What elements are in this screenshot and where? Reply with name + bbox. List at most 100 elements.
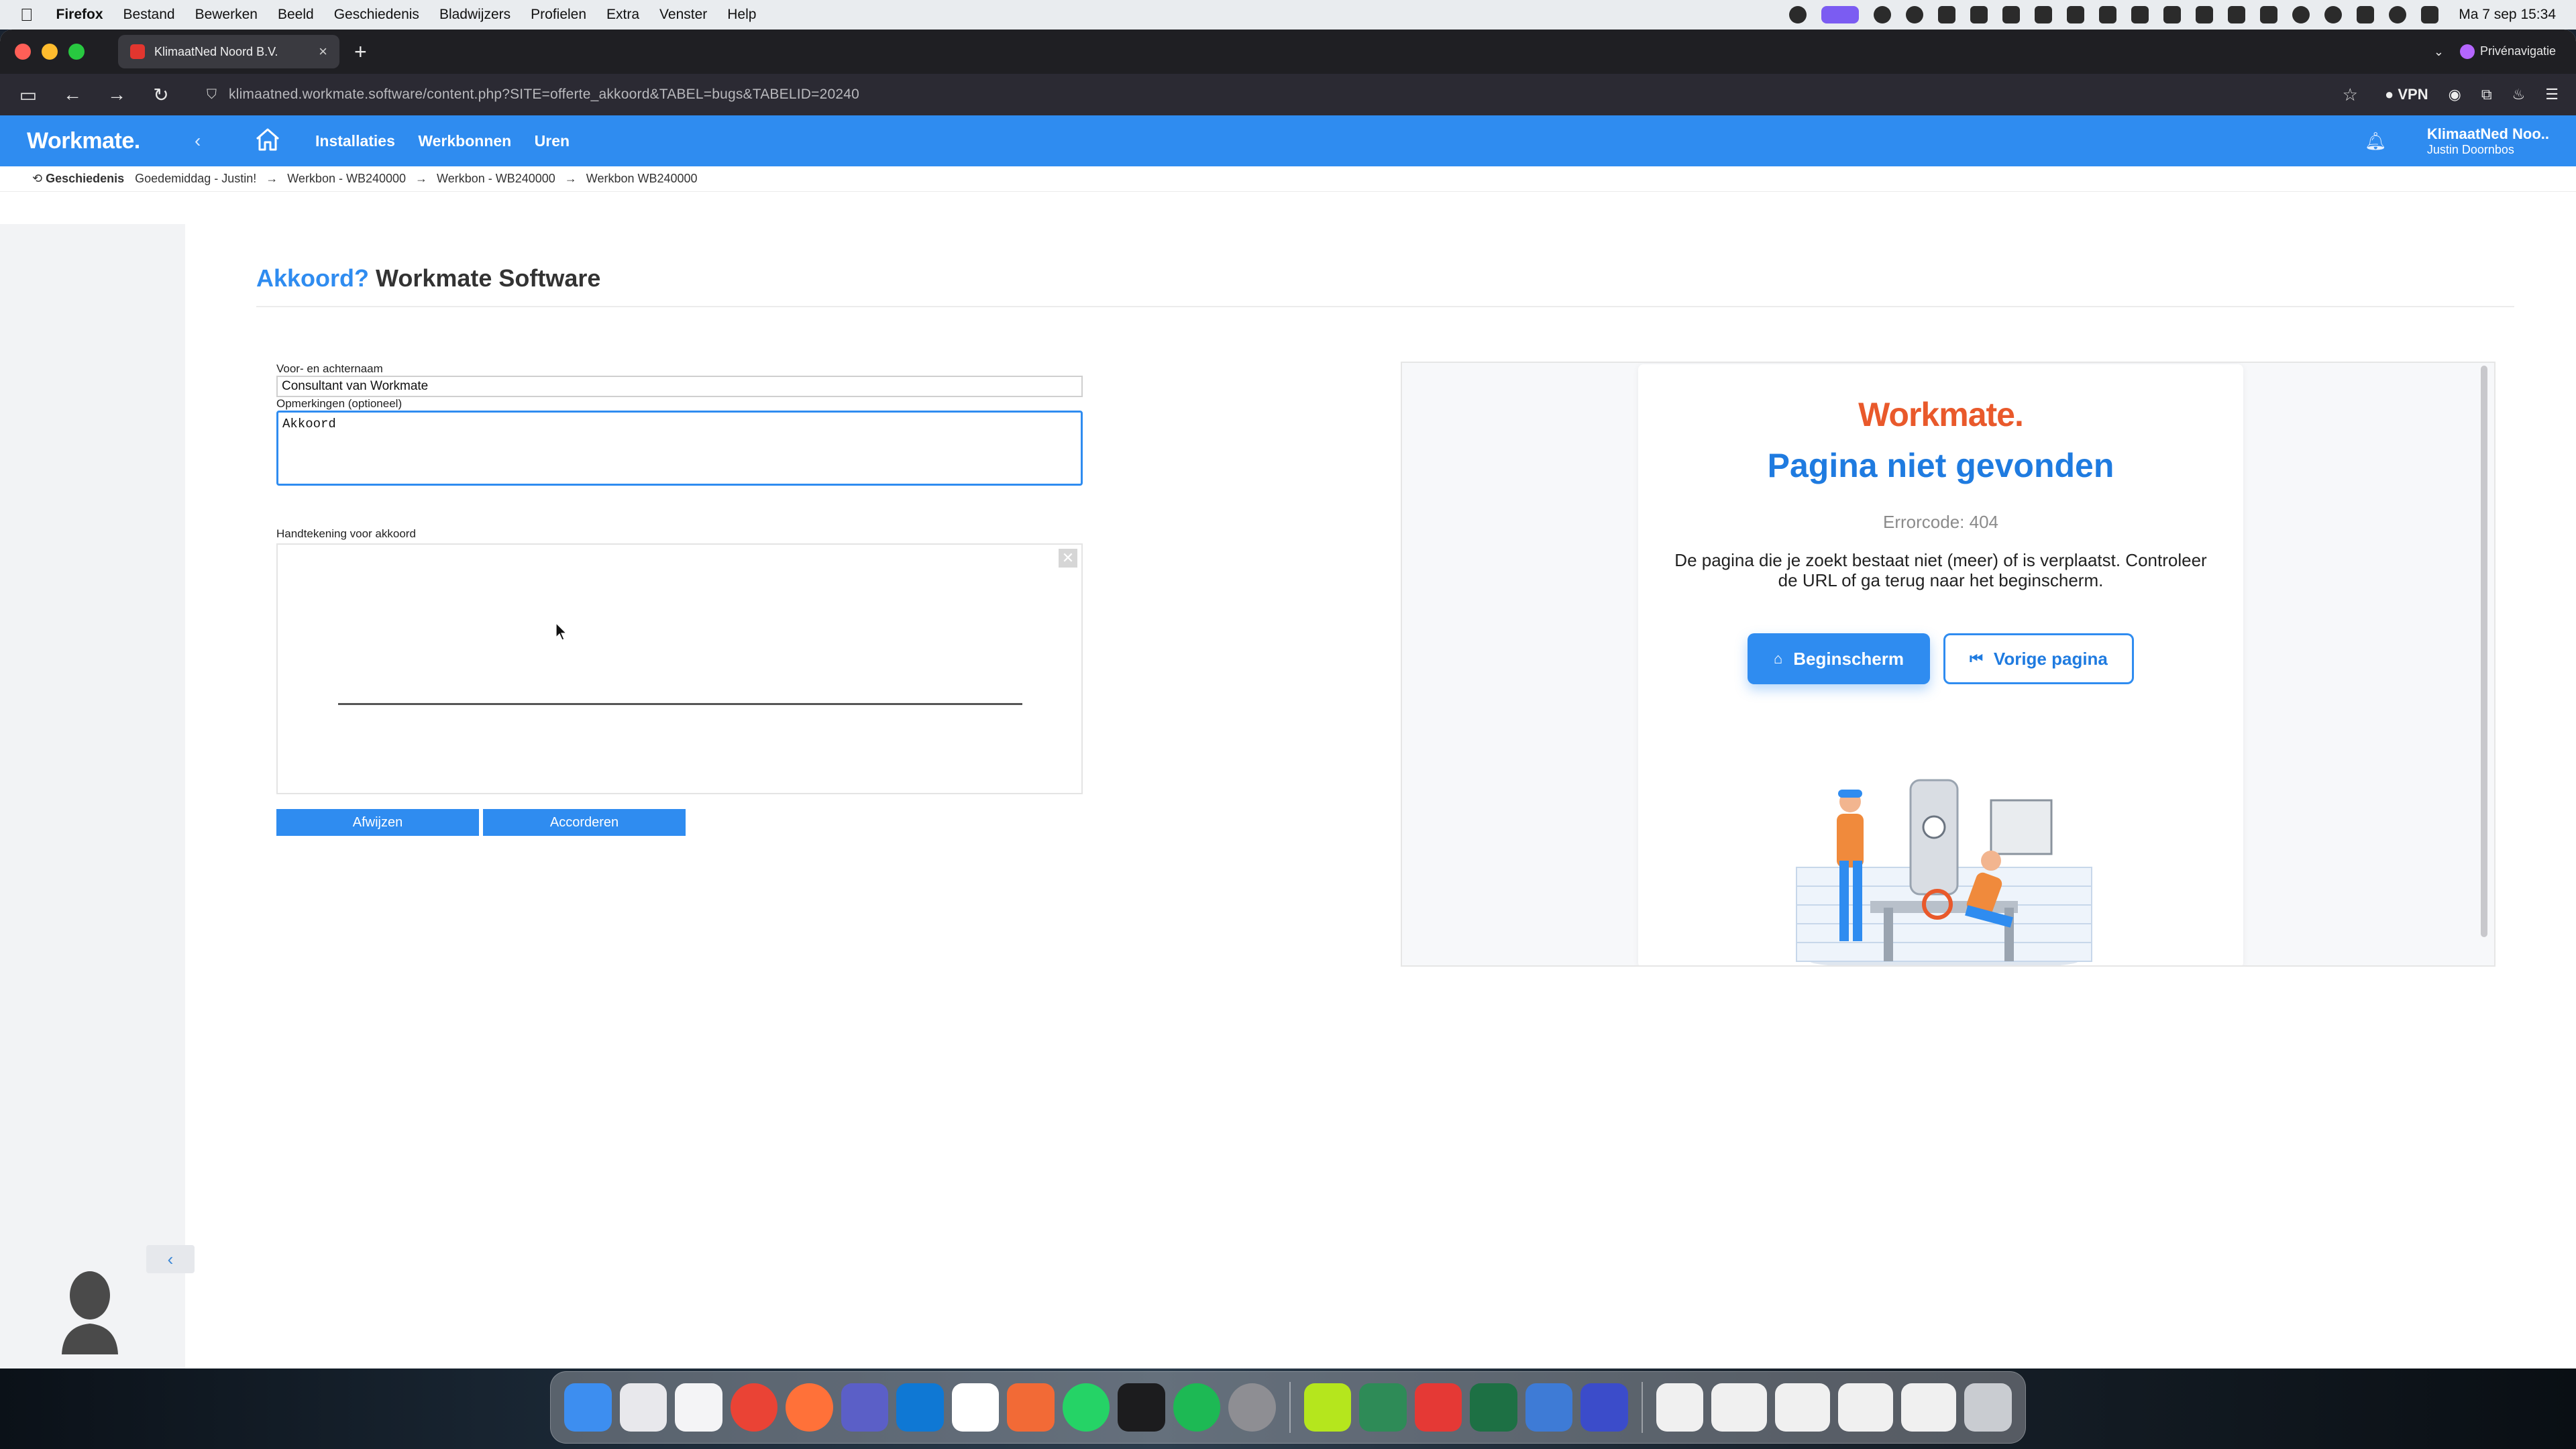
teams-icon[interactable] bbox=[841, 1383, 889, 1432]
status-app-icon[interactable] bbox=[1789, 6, 1807, 23]
spotlight-search-icon[interactable] bbox=[2389, 6, 2407, 23]
app-icon[interactable] bbox=[1580, 1383, 1628, 1432]
firefox-view-icon[interactable]: ♨ bbox=[2512, 86, 2526, 103]
nav-werkbonnen[interactable]: Werkbonnen bbox=[418, 132, 511, 150]
sidebar-toggle-icon[interactable]: ▭ bbox=[17, 84, 39, 106]
battery-icon[interactable] bbox=[2357, 6, 2375, 23]
forward-icon[interactable]: → bbox=[106, 84, 127, 105]
nav-uren[interactable]: Uren bbox=[535, 132, 570, 150]
document-icon[interactable] bbox=[1837, 1383, 1894, 1432]
vpn-button[interactable]: ● VPN bbox=[2385, 86, 2428, 103]
claude-icon[interactable] bbox=[1007, 1383, 1055, 1432]
status-app-icon[interactable] bbox=[1874, 6, 1892, 23]
status-app-icon[interactable] bbox=[2163, 6, 2182, 23]
menu-item-profielen[interactable]: Profielen bbox=[531, 7, 586, 23]
cloud-icon[interactable] bbox=[1938, 6, 1956, 23]
whatsapp-icon[interactable] bbox=[1062, 1383, 1110, 1432]
avatar[interactable] bbox=[56, 1267, 123, 1354]
collapse-sidebar-icon[interactable]: ‹ bbox=[195, 130, 235, 152]
menu-app-name[interactable]: Firefox bbox=[56, 7, 103, 23]
breadcrumb-item[interactable]: Werkbon - WB240000 bbox=[437, 172, 555, 186]
status-app-icon[interactable] bbox=[2228, 6, 2246, 23]
breadcrumb-item[interactable]: Werkbon WB240000 bbox=[586, 172, 698, 186]
notes-field[interactable]: Akkoord bbox=[276, 411, 1083, 486]
menu-item-bewerken[interactable]: Bewerken bbox=[195, 7, 258, 23]
status-app-icon[interactable] bbox=[2067, 6, 2085, 23]
previous-page-button[interactable]: ⏮ Vorige pagina bbox=[1943, 633, 2134, 684]
status-app-icon[interactable] bbox=[1906, 6, 1924, 23]
apple-menu-icon[interactable]:  bbox=[20, 5, 34, 25]
site-security-icon[interactable]: ⛉ bbox=[207, 87, 217, 103]
user-info[interactable]: KlimaatNed Noo.. Justin Doornbos bbox=[2427, 125, 2549, 157]
home-icon[interactable] bbox=[255, 127, 295, 155]
notion-icon[interactable] bbox=[2099, 6, 2117, 23]
reject-button[interactable]: Afwijzen bbox=[276, 809, 479, 836]
app-icon[interactable] bbox=[1303, 1383, 1352, 1432]
extensions-icon[interactable]: ⧉ bbox=[2481, 86, 2492, 103]
launchpad-icon[interactable] bbox=[619, 1383, 667, 1432]
breadcrumb-history-label[interactable]: Geschiedenis bbox=[46, 172, 124, 186]
workmate-logo[interactable]: Workmate. bbox=[27, 128, 195, 154]
trash-icon[interactable] bbox=[1964, 1383, 2012, 1432]
breadcrumb-item[interactable]: Goedemiddag - Justin! bbox=[135, 172, 256, 186]
account-icon[interactable]: ◉ bbox=[2449, 86, 2461, 103]
play-icon[interactable] bbox=[2324, 6, 2343, 23]
back-icon[interactable]: ← bbox=[62, 84, 83, 105]
wifi-icon[interactable] bbox=[2292, 6, 2310, 23]
breadcrumb-item[interactable]: Werkbon - WB240000 bbox=[287, 172, 406, 186]
spotify-icon[interactable] bbox=[1173, 1383, 1221, 1432]
list-all-tabs-icon[interactable]: ⌄ bbox=[2434, 45, 2444, 59]
document-icon[interactable] bbox=[1901, 1383, 1957, 1432]
home-button[interactable]: ⌂ Beginscherm bbox=[1748, 633, 1930, 684]
url-text[interactable]: klimaatned.workmate.software/content.php… bbox=[229, 87, 859, 103]
firefox-icon[interactable] bbox=[786, 1383, 833, 1432]
status-app-icon[interactable] bbox=[2196, 6, 2214, 23]
menu-item-geschiedenis[interactable]: Geschiedenis bbox=[334, 7, 419, 23]
reload-icon[interactable]: ↻ bbox=[150, 84, 172, 106]
screen-recording-icon[interactable] bbox=[1821, 6, 1860, 23]
reminders-icon[interactable] bbox=[675, 1383, 722, 1432]
notifications-bell-icon[interactable]: 🔔︎ bbox=[2365, 131, 2387, 152]
nav-installaties[interactable]: Installaties bbox=[315, 132, 395, 150]
menu-hamburger-icon[interactable]: ☰ bbox=[2545, 86, 2559, 103]
zoom-window-icon[interactable] bbox=[68, 44, 85, 60]
menu-item-help[interactable]: Help bbox=[727, 7, 756, 23]
menu-item-venster[interactable]: Venster bbox=[659, 7, 707, 23]
user-menu[interactable]: 🔔︎ KlimaatNed Noo.. Justin Doornbos bbox=[2365, 125, 2576, 157]
outlook-icon[interactable] bbox=[896, 1383, 944, 1432]
pdf-app-icon[interactable] bbox=[1414, 1383, 1462, 1432]
app-icon[interactable] bbox=[1359, 1383, 1407, 1432]
embed-scrollbar[interactable] bbox=[2481, 366, 2487, 937]
menu-item-bestand[interactable]: Bestand bbox=[123, 7, 175, 23]
display-icon[interactable] bbox=[2260, 6, 2278, 23]
clear-signature-icon[interactable]: ✕ bbox=[1059, 549, 1077, 568]
bookmark-star-icon[interactable]: ☆ bbox=[2343, 85, 2358, 105]
audio-app-icon[interactable] bbox=[1118, 1383, 1165, 1432]
status-app-icon[interactable] bbox=[2131, 6, 2149, 23]
finder-icon[interactable] bbox=[564, 1383, 612, 1432]
notion-icon[interactable] bbox=[951, 1383, 1000, 1432]
control-center-icon[interactable] bbox=[2421, 6, 2439, 23]
chrome-icon[interactable] bbox=[730, 1383, 778, 1432]
document-icon[interactable] bbox=[1774, 1383, 1830, 1432]
accept-button[interactable]: Accorderen bbox=[483, 809, 686, 836]
app-icon[interactable] bbox=[1525, 1383, 1573, 1432]
menu-item-extra[interactable]: Extra bbox=[606, 7, 639, 23]
menu-item-bladwijzers[interactable]: Bladwijzers bbox=[439, 7, 511, 23]
new-tab-icon[interactable]: + bbox=[354, 40, 367, 64]
pdf-icon[interactable] bbox=[2035, 6, 2053, 23]
cloud-icon[interactable] bbox=[1970, 6, 1988, 23]
close-tab-icon[interactable]: × bbox=[319, 43, 327, 60]
status-app-icon[interactable] bbox=[2002, 6, 2021, 23]
menubar-clock[interactable]: Ma 7 sep 15:34 bbox=[2459, 7, 2556, 23]
document-icon[interactable] bbox=[1711, 1383, 1767, 1432]
close-window-icon[interactable] bbox=[15, 44, 31, 60]
system-settings-icon[interactable] bbox=[1228, 1383, 1276, 1432]
excel-icon[interactable] bbox=[1470, 1383, 1517, 1432]
menu-item-beeld[interactable]: Beeld bbox=[278, 7, 314, 23]
name-field[interactable] bbox=[276, 376, 1083, 397]
browser-tab-active[interactable]: KlimaatNed Noord B.V. × bbox=[118, 35, 339, 68]
embedded-document-frame[interactable]: Workmate. Pagina niet gevonden Errorcode… bbox=[1401, 362, 2496, 967]
document-icon[interactable] bbox=[1656, 1383, 1704, 1432]
signature-pad[interactable]: ✕ bbox=[276, 543, 1083, 794]
